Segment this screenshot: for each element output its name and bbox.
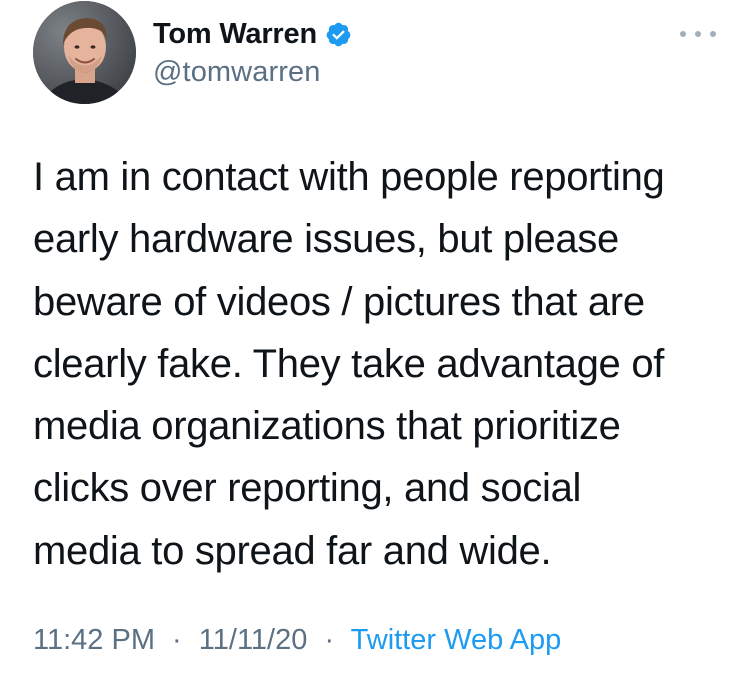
more-options-icon[interactable] [680, 27, 716, 41]
dot-icon [695, 31, 701, 37]
dot-icon [710, 31, 716, 37]
meta-separator: · [172, 624, 182, 656]
meta-separator: · [324, 624, 335, 656]
tweet-text-line: early hardware issues, but please [33, 217, 619, 262]
tweet-text-line: media to spread far and wide. [33, 528, 552, 573]
verified-badge-icon [325, 21, 352, 48]
tweet-text-line: beware of videos / pictures that are [33, 279, 645, 324]
avatar-photo [33, 1, 136, 104]
avatar[interactable] [33, 1, 136, 104]
tweet-date[interactable]: 11/11/20 [199, 624, 308, 656]
tweet-text-line: clicks over reporting, and social [33, 466, 582, 511]
tweet-meta: 11:42 PM · 11/11/20 · Twitter Web App [33, 624, 561, 657]
tweet-text-line: media organizations that prioritize [33, 404, 621, 449]
tweet-source-link[interactable]: Twitter Web App [351, 624, 562, 656]
tweet-text-line: clearly fake. They take advantage of [33, 341, 665, 386]
display-name[interactable]: Tom Warren [153, 18, 317, 51]
tweet-time[interactable]: 11:42 PM [33, 624, 155, 656]
dot-icon [680, 31, 686, 37]
tweet-header: Tom Warren @tomwarren [153, 14, 352, 89]
name-row: Tom Warren [153, 14, 352, 54]
handle[interactable]: @tomwarren [153, 56, 352, 89]
tweet-text-line: I am in contact with people reporting [33, 155, 665, 199]
tweet-text: I am in contact with people reporting ea… [33, 146, 723, 582]
tweet-card: Tom Warren @tomwarren I am in contact wi… [0, 0, 750, 677]
